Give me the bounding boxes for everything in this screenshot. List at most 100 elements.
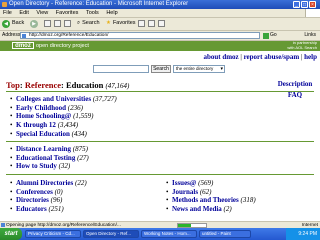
menu-view[interactable]: View [36, 10, 48, 16]
taskbar: start Privacy Criticism - Cd... Open Dir… [0, 228, 320, 240]
category-link[interactable]: Journals [172, 188, 198, 196]
task-button[interactable]: Working Notes - Hom... [141, 230, 197, 238]
page-icon [22, 34, 26, 38]
category-item: Educators (251) [10, 205, 87, 214]
menu-tools[interactable]: Tools [86, 10, 99, 16]
category-link[interactable]: Methods and Theories [172, 196, 239, 204]
aol-partner-text[interactable]: in partnership with AOL Search [287, 41, 317, 50]
menu-edit[interactable]: Edit [19, 10, 28, 16]
category-link[interactable]: K through 12 [16, 121, 56, 129]
breadcrumb-current: Education [66, 80, 104, 90]
odp-name: open directory project [36, 43, 89, 49]
category-item: Conferences (0) [10, 188, 87, 197]
print-button[interactable] [158, 19, 165, 28]
category-item: News and Media (2) [166, 205, 256, 214]
menu-file[interactable]: File [3, 10, 12, 16]
page-content: dmoz open directory project in partnersh… [0, 41, 320, 221]
maximize-icon[interactable]: □ [301, 1, 308, 8]
category-link[interactable]: How to Study [16, 162, 57, 170]
favorites-label: Favorites [112, 20, 136, 26]
category-item: K through 12 (3,434) [10, 121, 117, 130]
home-button[interactable] [64, 19, 71, 28]
search-scope-select[interactable]: the entire directory [173, 65, 225, 73]
category-link[interactable]: Educators [16, 205, 47, 213]
category-item: Colleges and Universities (37,727) [10, 95, 117, 104]
directory-search-input[interactable] [93, 65, 149, 73]
category-count: (1,559) [73, 112, 94, 121]
category-count: (875) [72, 145, 88, 153]
address-url: http://dmoz.org/Reference/Education/ [29, 33, 109, 38]
category-item: Directories (96) [10, 196, 87, 205]
category-list-left: Alumni Directories (22)Conferences (0)Di… [10, 179, 87, 214]
category-link[interactable]: Early Childhood [16, 104, 66, 112]
category-link[interactable]: Educational Testing [16, 154, 75, 162]
go-label: Go [270, 32, 277, 38]
address-input[interactable]: http://dmoz.org/Reference/Education/ [20, 32, 260, 39]
category-item: Special Education (434) [10, 130, 117, 139]
search-button[interactable]: ⌕ Search [77, 19, 100, 28]
print-icon [158, 20, 165, 27]
category-count: (251) [48, 205, 64, 214]
category-link[interactable]: Issues@ [172, 179, 196, 187]
go-button[interactable]: Go [263, 32, 277, 39]
task-button-active[interactable]: Open Directory - Ref... [83, 230, 139, 238]
forward-arrow-icon: ▶ [30, 19, 38, 28]
refresh-icon [54, 20, 61, 27]
dmoz-logo[interactable]: dmoz [12, 42, 34, 49]
nav-separator: | [240, 53, 242, 61]
stop-button[interactable] [44, 19, 51, 28]
category-link[interactable]: Colleges and Universities [16, 95, 91, 103]
minimize-icon[interactable]: _ [293, 1, 300, 8]
category-item: Distance Learning (875) [10, 145, 89, 154]
category-list-right: Issues@ (569)Journals (62)Methods and Th… [166, 179, 256, 214]
progress-fill [178, 224, 191, 227]
category-link[interactable]: Home Schooling@ [16, 112, 71, 120]
system-tray: 9:24 PM [286, 228, 320, 240]
category-item: Early Childhood (236) [10, 104, 117, 113]
task-button[interactable]: Privacy Criticism - Cd... [25, 230, 81, 238]
category-link[interactable]: Conferences [16, 188, 53, 196]
category-link[interactable]: Alumni Directories [16, 179, 73, 187]
category-count: (62) [199, 187, 212, 196]
links-button[interactable]: Links [304, 31, 316, 40]
address-bar: Address http://dmoz.org/Reference/Educat… [0, 31, 320, 41]
breadcrumb: Top: Reference: Education (47,164) [6, 80, 129, 90]
help-link[interactable]: help [304, 53, 317, 61]
category-link[interactable]: Directories [16, 196, 49, 204]
category-item: How to Study (32) [10, 162, 89, 171]
category-count: (318) [240, 196, 256, 205]
report-abuse-link[interactable]: report abuse/spam [244, 53, 300, 61]
refresh-button[interactable] [54, 19, 61, 28]
history-button[interactable] [138, 19, 145, 28]
menu-favorites[interactable]: Favorites [56, 10, 79, 16]
forward-button[interactable]: ▶ [30, 19, 40, 28]
directory-search-button[interactable]: Search [151, 65, 171, 73]
category-link[interactable]: Special Education [16, 130, 70, 138]
task-button[interactable]: untitled - Paint [199, 230, 251, 238]
start-button[interactable]: start [0, 228, 22, 240]
about-dmoz-link[interactable]: about dmoz [203, 53, 238, 61]
category-item: Alumni Directories (22) [10, 179, 87, 188]
nav-separator: | [301, 53, 303, 61]
category-count: (22) [74, 179, 87, 187]
breadcrumb-top[interactable]: Top [6, 80, 20, 90]
back-button[interactable]: ◀ Back [2, 19, 24, 28]
loading-page-icon [1, 223, 5, 227]
category-count: (569) [198, 179, 214, 187]
toolbar: ◀ Back ▶ ⌕ Search ★ Favorites [0, 17, 320, 31]
menu-help[interactable]: Help [106, 10, 117, 16]
go-arrow-icon [263, 32, 269, 39]
close-icon[interactable]: × [309, 1, 316, 8]
mail-button[interactable] [148, 19, 155, 28]
favorites-button[interactable]: ★ Favorites [106, 19, 136, 28]
windows-logo-icon [305, 9, 320, 17]
category-link[interactable]: News and Media [172, 205, 222, 213]
search-icon: ⌕ [77, 20, 81, 26]
breadcrumb-reference[interactable]: Reference [25, 80, 61, 90]
category-list-main: Colleges and Universities (37,727)Early … [10, 95, 117, 139]
category-item: Methods and Theories (318) [166, 196, 256, 205]
breadcrumb-count: (47,164) [105, 82, 130, 90]
category-link[interactable]: Distance Learning [16, 145, 71, 153]
category-item: Home Schooling@ (1,559) [10, 112, 117, 121]
description-link[interactable]: Description [273, 79, 317, 90]
